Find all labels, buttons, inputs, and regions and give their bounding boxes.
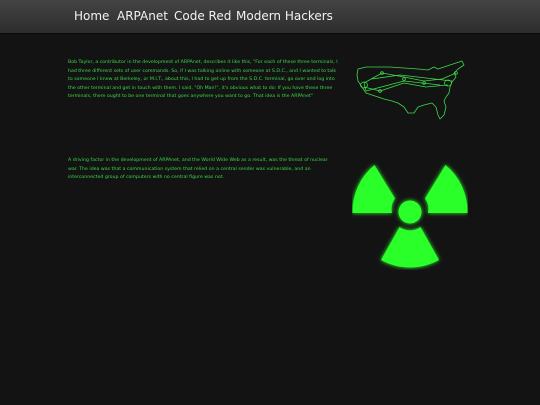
radiation-hazard-icon (352, 165, 468, 268)
hazard-blade-top-left (352, 165, 395, 213)
hazard-center (398, 200, 422, 224)
top-navbar: Home ARPAnet Code Red Modern Hackers (0, 0, 540, 34)
hazard-blade-top-right (425, 165, 468, 213)
hazard-blade-bottom (381, 227, 439, 268)
arpanet-quote-paragraph: Bob Taylor, a contributor in the develop… (68, 60, 338, 100)
us-map-outline (356, 60, 465, 120)
nuclear-threat-paragraph: A driving factor in the development of A… (68, 158, 328, 181)
nav-link-arpanet[interactable]: ARPAnet (117, 8, 168, 24)
nav-link-code-red[interactable]: Code Red (174, 8, 231, 24)
us-network-map-icon (356, 60, 465, 120)
nav-link-home[interactable]: Home (74, 8, 109, 24)
network-links (363, 72, 457, 92)
network-nodes (360, 71, 458, 93)
nav-link-modern-hackers[interactable]: Modern Hackers (236, 8, 333, 24)
